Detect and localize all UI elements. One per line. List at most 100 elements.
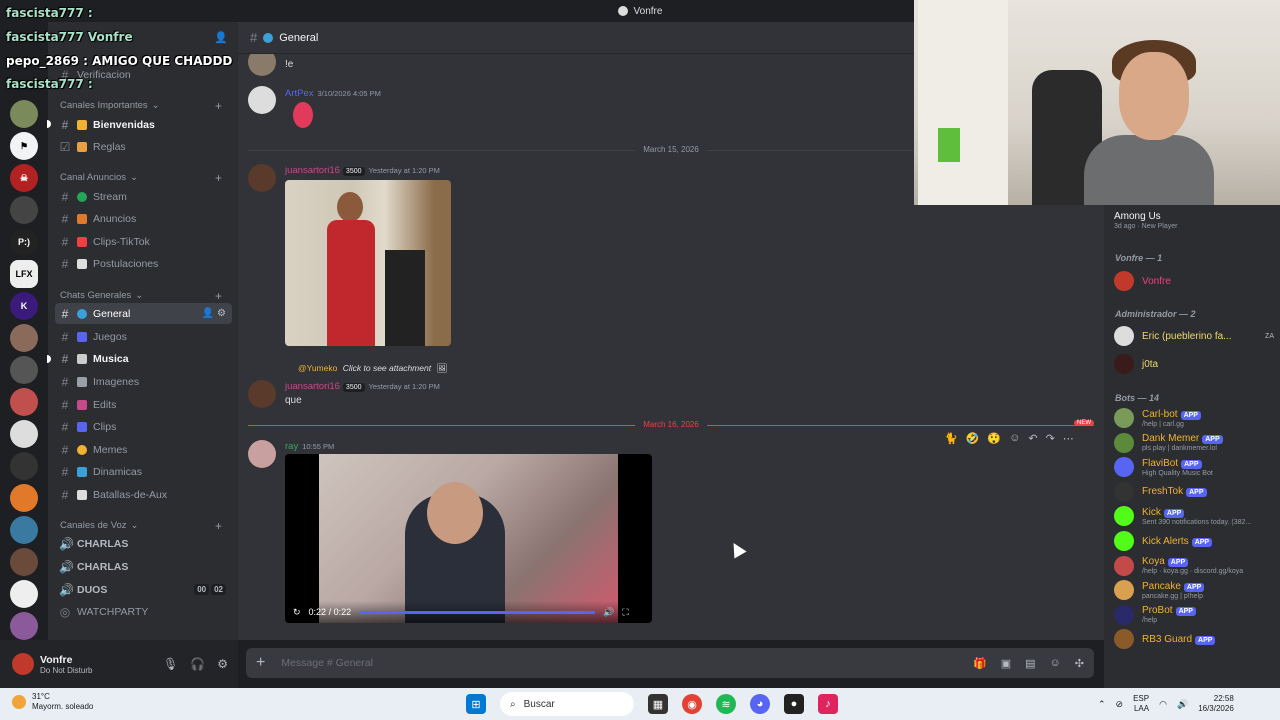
chrome-icon[interactable]: ◉	[682, 694, 702, 714]
bot-member-item[interactable]: FreshTok APP	[1114, 481, 1274, 502]
channel-anuncios[interactable]: # Anuncios	[55, 208, 232, 229]
category-anuncios[interactable]: Canal Anuncios ⌄ +	[60, 171, 222, 185]
sticker-icon[interactable]: ▤	[1025, 657, 1035, 670]
bot-member-item[interactable]: Koya APP/help · koya.gg · discord.gg/koya	[1114, 555, 1274, 576]
server-icon[interactable]	[10, 548, 38, 576]
forward-icon[interactable]: ↷	[1046, 432, 1055, 445]
weather-widget[interactable]: 31°C Mayorm. soleado	[12, 692, 93, 712]
channel-musica[interactable]: # Musica	[55, 348, 232, 369]
server-icon[interactable]	[10, 100, 38, 128]
bot-member-item[interactable]: ProBot APP/help	[1114, 604, 1274, 625]
add-reaction-icon[interactable]: ☺	[1009, 432, 1020, 444]
avatar[interactable]	[248, 380, 276, 408]
channel-reglas[interactable]: ☑ Reglas	[55, 136, 232, 157]
channel-memes[interactable]: # Memes	[55, 439, 232, 460]
channel-clips-tiktok[interactable]: # Clips-TikTok	[55, 231, 232, 252]
voice-channel-charlas[interactable]: 🔊 CHARLAS	[55, 556, 232, 577]
message-input[interactable]: Message # General	[281, 657, 373, 669]
reaction-icon[interactable]: 🤣	[966, 432, 980, 445]
reaction-icon[interactable]: 🐈	[944, 432, 958, 445]
add-attachment-icon[interactable]: +	[256, 654, 265, 672]
bot-member-item[interactable]: FlaviBot APP High Quality Music Bot	[1114, 457, 1274, 478]
bot-member-item[interactable]: RB3 Guard APP	[1114, 629, 1274, 650]
avatar[interactable]	[248, 86, 276, 114]
channel-edits[interactable]: # Edits	[55, 394, 232, 415]
server-icon[interactable]	[10, 516, 38, 544]
avatar[interactable]	[248, 54, 276, 76]
message-author[interactable]: ArtPex 3/10/2026 4:05 PM	[285, 88, 381, 99]
add-channel-icon[interactable]: +	[215, 519, 222, 533]
emoji-icon[interactable]: ☺	[1050, 657, 1061, 670]
voice-channel-watchparty[interactable]: ◎ WATCHPARTY	[55, 601, 232, 622]
bot-member-item[interactable]: Kick APP Sent 390 notifications today. (38…	[1114, 506, 1274, 527]
avatar[interactable]	[12, 653, 34, 675]
add-channel-icon[interactable]: +	[215, 171, 222, 185]
channel-postulaciones[interactable]: # Postulaciones	[55, 253, 232, 274]
member-item[interactable]: Vonfre	[1114, 271, 1274, 291]
server-icon[interactable]: LFX	[10, 260, 38, 288]
volume-icon[interactable]: 🔊	[603, 607, 614, 618]
fullscreen-icon[interactable]: ⛶	[622, 607, 628, 618]
channel-general[interactable]: # General 👤 ⚙	[55, 303, 232, 324]
category-importantes[interactable]: Canales Importantes ⌄ +	[60, 99, 222, 113]
bot-member-item[interactable]: Pancake APP pancake.gg | p!help	[1114, 580, 1274, 601]
windows-start-icon[interactable]: ⊞	[466, 694, 486, 714]
author-name[interactable]: ArtPex	[285, 88, 314, 99]
channel-clips[interactable]: # Clips	[55, 416, 232, 437]
server-icon[interactable]	[10, 484, 38, 512]
message-author[interactable]: juansartori16 3500 Yesterday at 1:20 PM	[285, 165, 440, 176]
server-icon[interactable]: P:)	[10, 228, 38, 256]
wifi-icon[interactable]: ◠	[1159, 699, 1167, 710]
channel-dinamicas[interactable]: # Dinamicas	[55, 461, 232, 482]
voice-channel-duos[interactable]: 🔊 DUOS 00 02	[55, 579, 232, 600]
server-icon[interactable]	[10, 452, 38, 480]
channel-batallas[interactable]: # Batallas-de-Aux	[55, 484, 232, 505]
avatar[interactable]	[248, 440, 276, 468]
author-name[interactable]: ray	[285, 441, 298, 452]
channel-imagenes[interactable]: # Imagenes	[55, 371, 232, 392]
server-icon[interactable]	[10, 356, 38, 384]
volume-icon[interactable]: 🔊	[1177, 699, 1188, 710]
channel-juegos[interactable]: # Juegos	[55, 326, 232, 347]
author-name[interactable]: juansartori16	[285, 381, 340, 392]
channel-bienvenidas[interactable]: # Bienvenidas	[55, 114, 232, 135]
bot-member-item[interactable]: Kick Alerts APP	[1114, 531, 1274, 551]
replay-icon[interactable]: ↻	[293, 607, 301, 618]
channel-stream[interactable]: # Stream	[55, 186, 232, 207]
server-icon[interactable]	[10, 580, 38, 608]
avatar[interactable]	[248, 164, 276, 192]
chevron-up-icon[interactable]: ⌃	[1098, 699, 1106, 710]
member-item[interactable]: Among Us 3d ago · New Player	[1114, 211, 1274, 230]
microphone-icon[interactable]: 🎙	[163, 657, 178, 671]
taskbar-search[interactable]: ⌕ Buscar	[500, 692, 634, 716]
server-icon[interactable]: ⚑	[10, 132, 38, 160]
apps-icon[interactable]: ✣	[1075, 657, 1084, 670]
add-member-icon[interactable]: 👤	[214, 31, 228, 44]
server-icon[interactable]	[10, 388, 38, 416]
server-icon[interactable]	[10, 420, 38, 448]
author-name[interactable]: juansartori16	[285, 165, 340, 176]
bot-member-item[interactable]: Carl-bot APP/help | carl.gg	[1114, 408, 1274, 428]
clock[interactable]: 22:58 16/3/2026	[1198, 694, 1234, 714]
category-generales[interactable]: Chats Generales ⌄ +	[60, 289, 222, 303]
language-indicator[interactable]: ESP LAA	[1133, 694, 1149, 714]
add-channel-icon[interactable]: +	[215, 99, 222, 113]
add-channel-icon[interactable]: +	[215, 289, 222, 303]
server-icon[interactable]: K	[10, 292, 38, 320]
server-icon[interactable]	[10, 612, 38, 640]
more-icon[interactable]: ⋯	[1063, 432, 1074, 445]
bot-member-item[interactable]: Dank Memer APP pls play | dankmemer.lol	[1114, 432, 1274, 453]
spotify-icon[interactable]: ≋	[716, 694, 736, 714]
progress-bar[interactable]	[359, 610, 596, 614]
reply-preview[interactable]: @Yumeko Click to see attachment 🖼	[298, 363, 447, 374]
file-explorer-icon[interactable]: ▦	[648, 694, 668, 714]
reply-icon[interactable]: ↶	[1028, 432, 1037, 445]
message-author[interactable]: ray 10:55 PM	[285, 441, 334, 452]
network-icon[interactable]: ⊘	[1116, 699, 1124, 710]
message-composer[interactable]: + Message # General 🎁 ▣ ▤ ☺ ✣	[246, 648, 1094, 678]
reply-user[interactable]: @Yumeko	[298, 363, 337, 373]
tiktok-icon[interactable]: ♪	[818, 694, 838, 714]
headphones-icon[interactable]: 🎧	[190, 657, 205, 671]
server-icon[interactable]	[10, 196, 38, 224]
category-voz[interactable]: Canales de Voz ⌄ +	[60, 519, 222, 533]
